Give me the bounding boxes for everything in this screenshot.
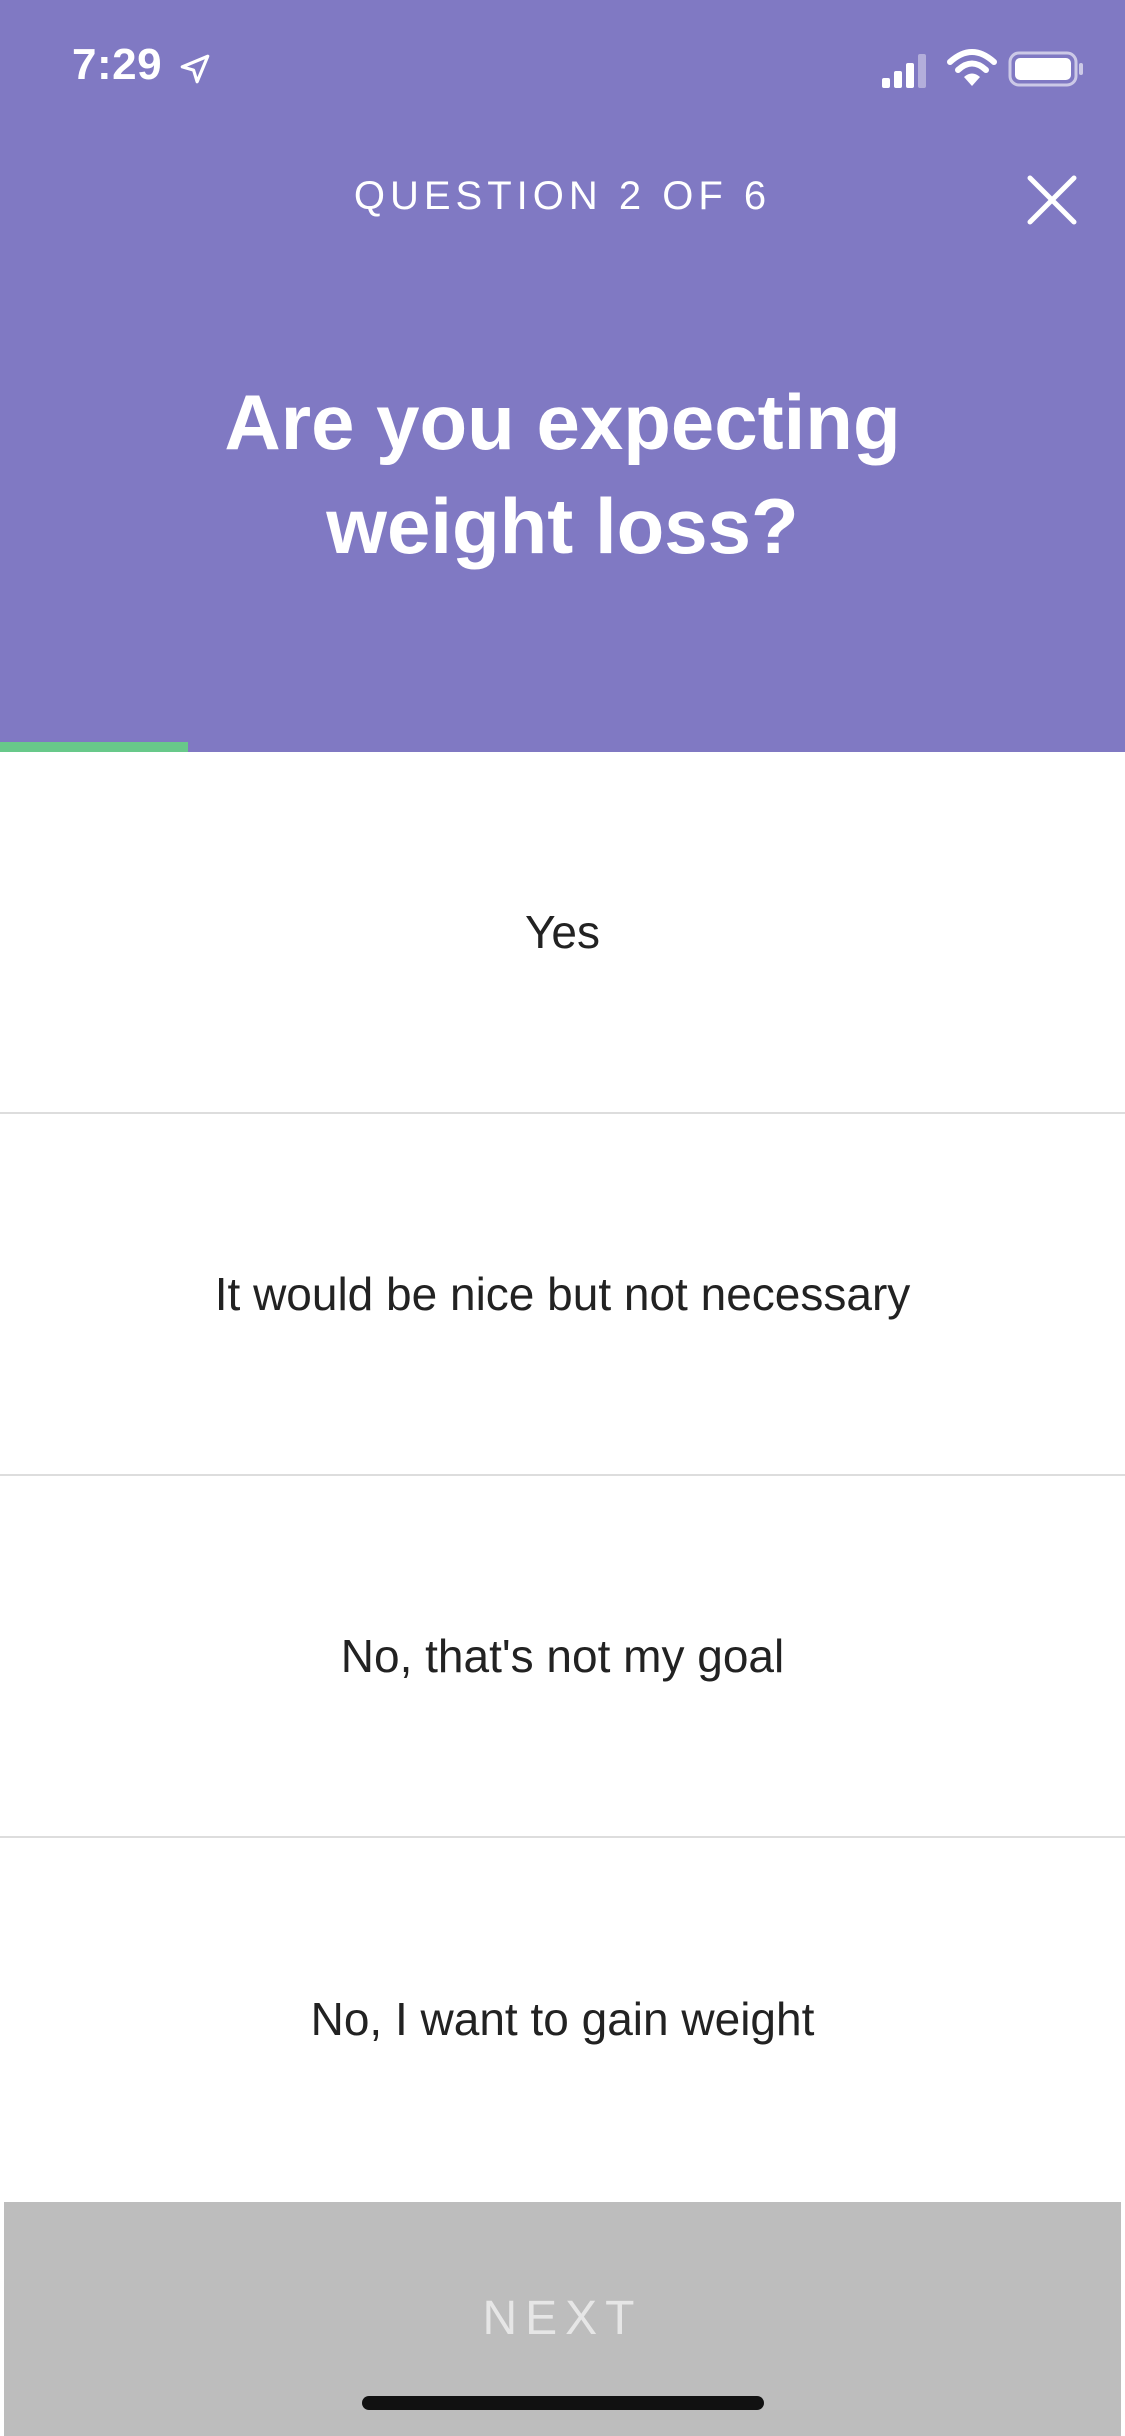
status-time: 7:29: [72, 40, 163, 89]
progress-bar: [0, 742, 1125, 752]
question-header: 7:29 QUESTION 2 OF 6 Are you expecting w…: [0, 0, 1125, 752]
progress-fill: [0, 742, 188, 752]
status-bar: 7:29: [0, 0, 1125, 140]
answer-option-not-my-goal[interactable]: No, that's not my goal: [0, 1476, 1125, 1838]
battery-icon: [1008, 51, 1083, 87]
cellular-signal-icon: [882, 54, 926, 88]
location-arrow-icon: [180, 54, 210, 84]
question-title: Are you expecting weight loss?: [224, 378, 901, 570]
close-icon[interactable]: [1020, 168, 1084, 232]
answer-options-list: Yes It would be nice but not necessary N…: [0, 752, 1125, 2200]
answer-option-gain-weight[interactable]: No, I want to gain weight: [0, 1838, 1125, 2200]
question-counter: QUESTION 2 OF 6: [353, 174, 772, 218]
answer-option-yes[interactable]: Yes: [0, 752, 1125, 1114]
answer-option-nice-not-necessary[interactable]: It would be nice but not necessary: [0, 1114, 1125, 1476]
wifi-icon: [947, 49, 997, 86]
home-indicator: [362, 2396, 764, 2410]
